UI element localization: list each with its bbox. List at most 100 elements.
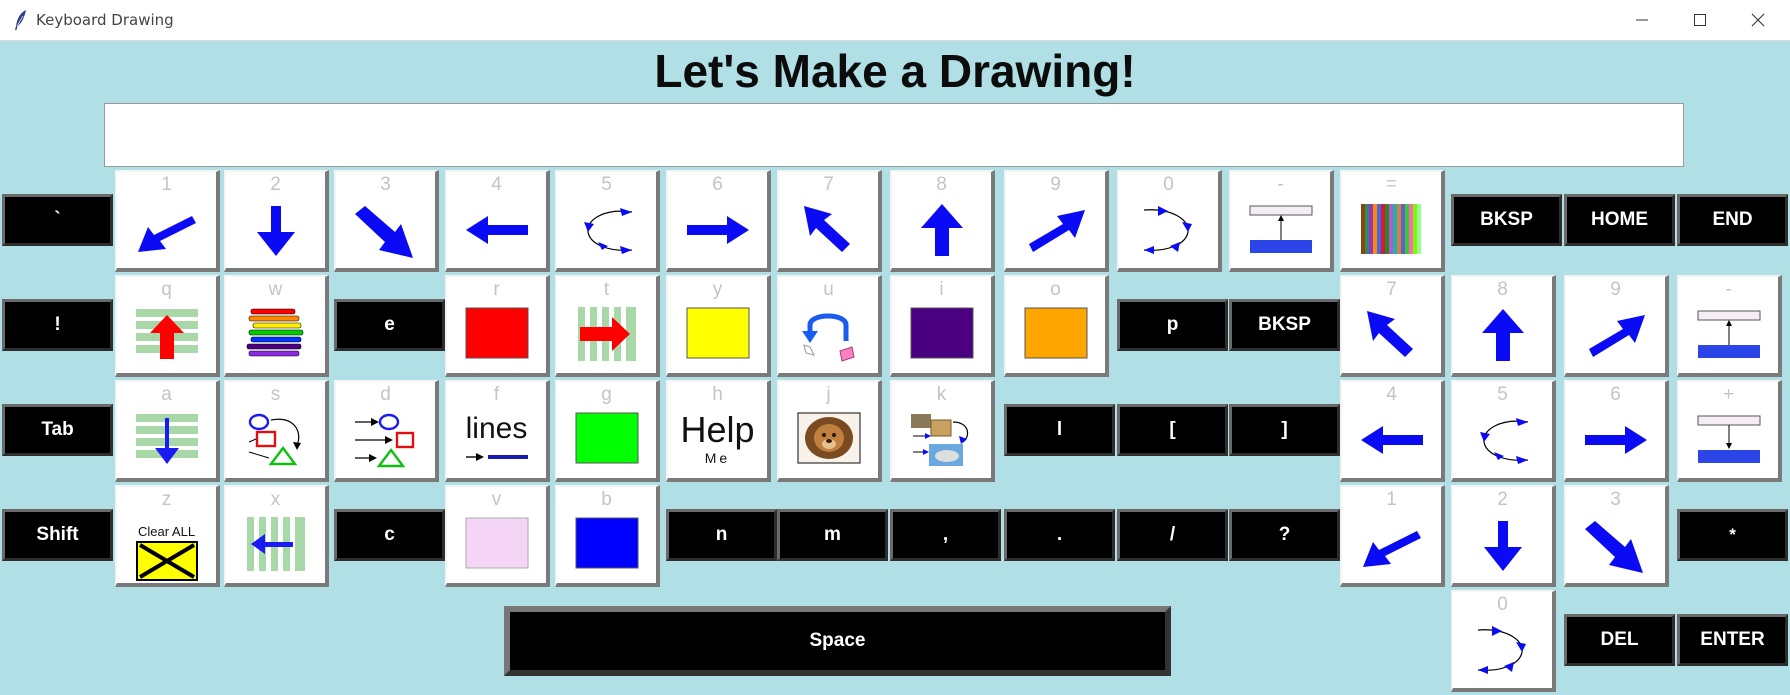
key-4-draw-left[interactable]: 4 <box>445 170 550 272</box>
key-7-draw-up-left[interactable]: 7 <box>777 170 882 272</box>
key-r-red[interactable]: r <box>445 275 550 377</box>
key-5-draw-curve[interactable]: 5 <box>555 170 660 272</box>
arrow-up-left-icon <box>1366 311 1413 357</box>
minimize-icon[interactable] <box>1614 0 1670 40</box>
key-d-shapes-select[interactable]: d <box>334 380 439 482</box>
key-period[interactable]: . <box>1004 509 1115 561</box>
numpad-9-up-right[interactable]: 9 <box>1564 275 1669 377</box>
key-shift[interactable]: Shift <box>2 509 113 561</box>
key-backtick[interactable]: ` <box>2 194 113 246</box>
key-t-draw-right-on-lines[interactable]: t <box>555 275 660 377</box>
key-a-draw-down-on-lines[interactable]: a <box>115 380 220 482</box>
key-0-draw-curve-reverse[interactable]: 0 <box>1117 170 1222 272</box>
key-home[interactable]: HOME <box>1564 194 1675 246</box>
key-u-undo[interactable]: u <box>777 275 882 377</box>
key-3-draw-down-right[interactable]: 3 <box>334 170 439 272</box>
key-left-bracket[interactable]: [ <box>1117 404 1228 456</box>
key-i-purple[interactable]: i <box>890 275 995 377</box>
arrow-up-right-icon <box>1028 210 1085 252</box>
maximize-icon[interactable] <box>1672 0 1728 40</box>
key-n[interactable]: n <box>666 509 777 561</box>
key-l[interactable]: l <box>1004 404 1115 456</box>
key-o-orange[interactable]: o <box>1004 275 1109 377</box>
key-s-shapes[interactable]: s <box>224 380 329 482</box>
rainbow-lines-icon <box>246 308 303 357</box>
key-caption: 0 <box>1163 174 1174 195</box>
key-question[interactable]: ? <box>1229 509 1340 561</box>
key-6-draw-right[interactable]: 6 <box>666 170 771 272</box>
numpad-0-curve-reverse[interactable]: 0 <box>1451 590 1556 692</box>
key-bang[interactable]: ! <box>2 299 113 351</box>
key-caption: 1 <box>1386 489 1397 510</box>
arrow-down-icon <box>256 206 295 256</box>
key-enter[interactable]: ENTER <box>1677 614 1788 666</box>
key-j-stamp-lion[interactable]: j <box>777 380 882 482</box>
curve-reverse-icon <box>1143 206 1192 254</box>
key-z-clear-all[interactable]: z Clear ALL <box>115 485 220 587</box>
key-f-lines[interactable]: f lines <box>445 380 550 482</box>
line-thinner-icon <box>1697 310 1760 358</box>
blue-swatch <box>575 517 638 569</box>
numpad-2-down[interactable]: 2 <box>1451 485 1556 587</box>
numpad-minus-thinner[interactable]: - <box>1677 275 1782 377</box>
key-1-draw-down-left[interactable]: 1 <box>115 170 220 272</box>
key-x-draw-left-on-lines[interactable]: x <box>224 485 329 587</box>
orange-swatch <box>1024 307 1087 359</box>
key-k-stamp-pictures[interactable]: k <box>890 380 995 482</box>
close-icon[interactable] <box>1730 0 1786 40</box>
arrow-left-icon <box>465 216 528 244</box>
key-end[interactable]: END <box>1677 194 1788 246</box>
numpad-8-up[interactable]: 8 <box>1451 275 1556 377</box>
key-2-draw-down[interactable]: 2 <box>224 170 329 272</box>
key-8-draw-up[interactable]: 8 <box>890 170 995 272</box>
key-star[interactable]: * <box>1677 509 1788 561</box>
key-c[interactable]: c <box>334 509 445 561</box>
numpad-5-curve[interactable]: 5 <box>1451 380 1556 482</box>
key-tab[interactable]: Tab <box>2 404 113 456</box>
key-q-draw-up-on-lines[interactable]: q <box>115 275 220 377</box>
key-w-line-styles[interactable]: w <box>224 275 329 377</box>
numpad-6-right[interactable]: 6 <box>1564 380 1669 482</box>
key-caption: - <box>1725 279 1732 300</box>
key-b-blue[interactable]: b <box>555 485 660 587</box>
key-caption: k <box>936 384 947 405</box>
key-h-help[interactable]: h Help Me <box>666 380 771 482</box>
key-bksp-mid[interactable]: BKSP <box>1229 299 1340 351</box>
key-caption: 4 <box>1386 384 1397 405</box>
key-caption: 9 <box>1050 174 1061 195</box>
stripes-down-arrow-icon <box>135 414 198 464</box>
key-m[interactable]: m <box>777 509 888 561</box>
command-entry[interactable] <box>104 103 1684 167</box>
key-slash[interactable]: / <box>1117 509 1228 561</box>
key-del[interactable]: DEL <box>1564 614 1675 666</box>
space-bar[interactable]: Space <box>504 606 1171 676</box>
numpad-plus-thicker[interactable]: + <box>1677 380 1782 482</box>
key-caption: j <box>826 384 831 405</box>
key-caption: = <box>1385 174 1398 195</box>
key-comma[interactable]: , <box>890 509 1001 561</box>
key-caption: 7 <box>823 174 834 195</box>
key-9-draw-up-right[interactable]: 9 <box>1004 170 1109 272</box>
numpad-4-left[interactable]: 4 <box>1340 380 1445 482</box>
key-caption: 5 <box>601 174 612 195</box>
key-minus-thinner[interactable]: - <box>1229 170 1334 272</box>
key-equals-colors[interactable]: = <box>1340 170 1445 272</box>
key-g-green[interactable]: g <box>555 380 660 482</box>
key-e[interactable]: e <box>334 299 445 351</box>
key-y-yellow[interactable]: y <box>666 275 771 377</box>
arrow-right-icon <box>686 216 749 244</box>
numpad-1-down-left[interactable]: 1 <box>1340 485 1445 587</box>
key-caption: + <box>1722 384 1735 405</box>
numpad-3-down-right[interactable]: 3 <box>1564 485 1669 587</box>
key-right-bracket[interactable]: ] <box>1229 404 1340 456</box>
arrow-up-right-icon <box>1588 315 1645 357</box>
key-caption: - <box>1277 174 1284 195</box>
key-p[interactable]: p <box>1117 299 1228 351</box>
key-v-pink[interactable]: v <box>445 485 550 587</box>
help-label: Help <box>680 409 755 450</box>
line-thinner-icon <box>1249 205 1312 253</box>
key-caption: 1 <box>161 174 172 195</box>
numpad-7-up-left[interactable]: 7 <box>1340 275 1445 377</box>
key-bksp-top[interactable]: BKSP <box>1451 194 1562 246</box>
clear-x-icon <box>135 541 198 581</box>
